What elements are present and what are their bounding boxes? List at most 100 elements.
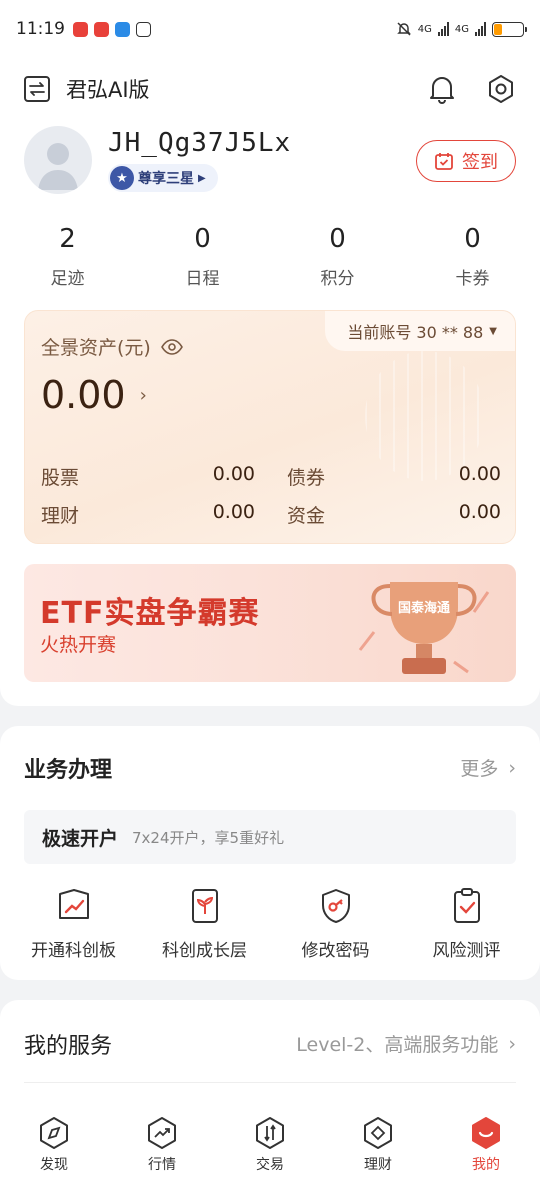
- asset-total-row[interactable]: 0.00 ›: [41, 373, 147, 417]
- stat-coupons[interactable]: 0 卡券: [405, 224, 540, 289]
- signin-button[interactable]: 签到: [416, 140, 516, 182]
- service-more-link[interactable]: Level-2、高端服务功能 ›: [296, 1030, 516, 1057]
- asset-total: 0.00: [41, 373, 126, 417]
- stat-label: 积分: [320, 269, 355, 289]
- business-icons: 开通科创板 科创成长层 修改密码 风险测评: [0, 886, 540, 961]
- account-selector[interactable]: 当前账号 30 ** 88 ▼: [325, 311, 515, 351]
- avatar[interactable]: [24, 126, 92, 194]
- signal-icon: [437, 22, 449, 36]
- tab-label: 我的: [472, 1157, 500, 1173]
- signal-icon: [475, 22, 486, 36]
- fast-open-account[interactable]: 极速开户 7x24开户，享5重好礼: [24, 810, 516, 864]
- biz-item-growth-tier[interactable]: 科创成长层: [143, 886, 267, 961]
- fast-open-subtitle: 7x24开户，享5重好礼: [132, 828, 285, 847]
- tab-discover[interactable]: 发现: [0, 1104, 108, 1188]
- business-title: 业务办理: [24, 758, 113, 783]
- banner-subtitle: 火热开赛: [40, 634, 117, 656]
- stat-value: 0: [329, 224, 346, 254]
- tab-trade[interactable]: 交易: [216, 1104, 324, 1188]
- mute-bell-icon: [396, 22, 411, 36]
- more-label: 更多: [460, 758, 499, 780]
- key-shield-icon: [321, 889, 350, 923]
- tab-label: 交易: [256, 1157, 284, 1173]
- tab-label: 发现: [40, 1157, 68, 1173]
- asset-card[interactable]: 当前账号 30 ** 88 ▼ 全景资产(元) 0.00 › 股票 0.00 债…: [24, 310, 516, 544]
- stat-value: 0: [194, 224, 211, 254]
- banner-title: ETF实盘争霸赛: [40, 596, 260, 631]
- network-label: 4G: [417, 23, 432, 35]
- status-time: 11:19: [16, 19, 65, 39]
- divider: [24, 1082, 516, 1083]
- growth-sprout-icon: [191, 889, 218, 923]
- trophy-icon: 国泰海通: [358, 582, 490, 674]
- account-label: 当前账号 30 ** 88: [347, 323, 484, 342]
- asset-item: 债券 0.00: [271, 463, 501, 490]
- calendar-check-icon: [435, 153, 453, 170]
- profile-row: JH_Qg37J5Lx ★ 尊享三星 ▶ 签到: [24, 126, 516, 194]
- asset-label: 理财: [41, 504, 80, 527]
- trophy-text: 国泰海通: [398, 600, 450, 616]
- stat-points[interactable]: 0 积分: [270, 224, 405, 289]
- tab-wealth[interactable]: 理财: [324, 1104, 432, 1188]
- tab-market[interactable]: 行情: [108, 1104, 216, 1188]
- stat-label: 日程: [185, 269, 220, 289]
- network-label: 4G: [454, 23, 469, 35]
- chevron-right-icon: ›: [508, 756, 516, 779]
- asset-item: 股票 0.00: [41, 463, 271, 490]
- asset-item: 资金 0.00: [271, 501, 501, 528]
- biz-label: 风险测评: [432, 941, 501, 961]
- etf-banner[interactable]: ETF实盘争霸赛 火热开赛 国泰海通: [24, 564, 516, 682]
- asset-value: 0.00: [458, 500, 501, 523]
- compass-icon: [40, 1117, 68, 1149]
- biz-item-change-password[interactable]: 修改密码: [274, 886, 398, 961]
- star-medal-icon: ★: [110, 166, 134, 190]
- business-more-link[interactable]: 更多 ›: [460, 754, 516, 781]
- asset-title: 全景资产(元): [41, 337, 151, 359]
- asset-label: 债券: [287, 466, 326, 489]
- app-notification-icon: [115, 21, 130, 37]
- tab-mine[interactable]: 我的: [432, 1104, 540, 1188]
- asset-value: 0.00: [212, 462, 255, 485]
- biz-label: 修改密码: [301, 941, 370, 961]
- biz-label: 开通科创板: [31, 941, 116, 961]
- stat-footprint[interactable]: 2 足迹: [0, 224, 135, 289]
- app-title: 君弘AI版: [66, 78, 150, 102]
- tab-label: 理财: [364, 1157, 392, 1173]
- chevron-right-icon: ›: [508, 1032, 516, 1055]
- stats-row: 2 足迹 0 日程 0 积分 0 卡券: [0, 224, 540, 289]
- chart-board-icon: [58, 889, 89, 919]
- service-more-label: Level-2、高端服务功能: [296, 1034, 499, 1056]
- asset-item: 理财 0.00: [41, 501, 271, 528]
- stat-label: 卡券: [455, 269, 490, 289]
- biz-item-risk-assessment[interactable]: 风险测评: [405, 886, 529, 961]
- asset-breakdown: 股票 0.00 债券 0.00 理财 0.00 资金 0.00: [41, 457, 501, 533]
- fast-open-title: 极速开户: [42, 827, 119, 850]
- level-label: 尊享三星: [138, 171, 194, 187]
- asset-title-row: 全景资产(元): [41, 333, 183, 360]
- app-notification-icon: [73, 21, 88, 37]
- stat-schedule[interactable]: 0 日程: [135, 224, 270, 289]
- nfc-icon: [136, 21, 151, 37]
- signin-label: 签到: [462, 152, 498, 173]
- battery-icon: [492, 21, 527, 37]
- switch-icon[interactable]: [24, 76, 50, 102]
- level-badge[interactable]: ★ 尊享三星 ▶: [108, 164, 218, 192]
- service-title: 我的服务: [24, 1034, 113, 1059]
- stat-value: 0: [464, 224, 481, 254]
- stat-value: 2: [59, 224, 76, 254]
- eye-icon[interactable]: [160, 338, 183, 355]
- profile-section: 君弘AI版 JH_Qg37J5Lx ★ 尊享三星 ▶ 签到 2 足迹 0 日程: [0, 58, 540, 706]
- tab-label: 行情: [148, 1157, 176, 1173]
- app-notification-icon: [94, 21, 109, 37]
- business-section: 业务办理 更多 › 极速开户 7x24开户，享5重好礼 开通科创板 科创成长层 …: [0, 726, 540, 980]
- asset-label: 资金: [287, 504, 326, 527]
- chevron-right-icon: ›: [139, 384, 147, 406]
- biz-item-star-market[interactable]: 开通科创板: [12, 886, 136, 961]
- stat-label: 足迹: [50, 269, 85, 289]
- caret-down-icon: ▼: [489, 325, 497, 337]
- asset-value: 0.00: [212, 500, 255, 523]
- bell-icon[interactable]: [428, 74, 456, 104]
- status-bar: 11:19 4G 4G: [0, 0, 540, 58]
- gear-icon[interactable]: [486, 74, 516, 104]
- app-header: 君弘AI版: [24, 72, 516, 106]
